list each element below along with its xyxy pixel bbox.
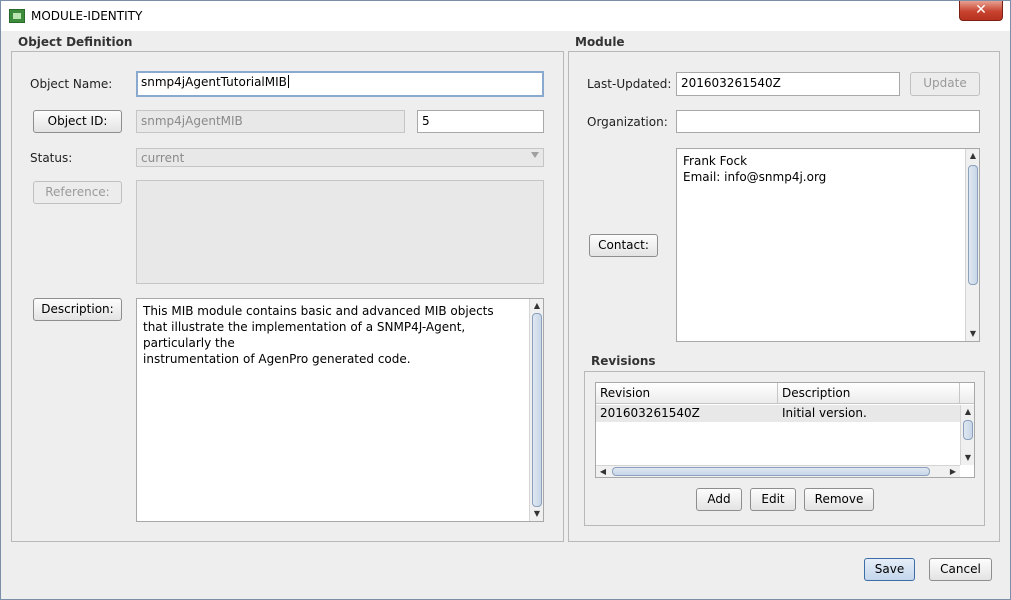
scroll-thumb[interactable] xyxy=(532,313,542,507)
chevron-down-icon xyxy=(531,152,539,158)
object-id-parent-field: snmp4jAgentMIB xyxy=(136,110,405,133)
organization-label: Organization: xyxy=(587,115,668,129)
table-vertical-scrollbar[interactable]: ▲ ▼ xyxy=(960,405,974,465)
dialog-window: MODULE-IDENTITY ✕ Object Definition Obje… xyxy=(0,0,1011,600)
description-line: instrumentation of AgenPro generated cod… xyxy=(143,352,411,366)
column-header-revision[interactable]: Revision xyxy=(596,383,778,404)
table-row[interactable]: 201603261540Z Initial version. xyxy=(596,405,960,422)
description-button[interactable]: Description: xyxy=(33,298,122,321)
contact-button[interactable]: Contact: xyxy=(589,234,658,257)
scroll-left-icon[interactable]: ◀ xyxy=(596,467,610,477)
text-caret xyxy=(287,75,289,88)
contact-textarea[interactable]: Frank Fock Email: info@snmp4j.org ▲ ▼ xyxy=(676,148,980,342)
save-button[interactable]: Save xyxy=(864,558,915,581)
scroll-up-icon[interactable]: ▲ xyxy=(961,407,974,417)
scroll-down-icon[interactable]: ▼ xyxy=(961,453,974,463)
scroll-thumb[interactable] xyxy=(968,165,978,285)
close-button[interactable]: ✕ xyxy=(959,1,1003,21)
window-title: MODULE-IDENTITY xyxy=(31,9,143,23)
description-line: This MIB module contains basic and advan… xyxy=(143,304,494,318)
add-revision-button[interactable]: Add xyxy=(696,488,742,511)
title-bar: MODULE-IDENTITY ✕ xyxy=(1,1,1010,31)
scroll-down-icon[interactable]: ▼ xyxy=(966,329,980,339)
table-horizontal-scrollbar[interactable]: ◀ ▶ xyxy=(596,465,960,477)
description-textarea[interactable]: This MIB module contains basic and advan… xyxy=(136,298,544,522)
object-name-input[interactable]: snmp4jAgentTutorialMIB xyxy=(136,71,544,97)
object-definition-title: Object Definition xyxy=(18,35,133,49)
contact-line: Email: info@snmp4j.org xyxy=(683,170,827,184)
organization-input[interactable] xyxy=(676,110,980,133)
edit-revision-button[interactable]: Edit xyxy=(750,488,796,511)
column-header-description[interactable]: Description xyxy=(778,383,960,404)
scroll-up-icon[interactable]: ▲ xyxy=(966,151,980,161)
description-line: that illustrate the implementation of a … xyxy=(143,320,466,350)
last-updated-input[interactable]: 201603261540Z xyxy=(676,72,900,96)
reference-button: Reference: xyxy=(33,181,122,204)
dialog-content: Object Definition Object Name: snmp4jAge… xyxy=(3,31,1008,597)
description-scrollbar[interactable]: ▲ ▼ xyxy=(529,299,543,521)
scroll-right-icon[interactable]: ▶ xyxy=(946,467,960,477)
table-header: Revision Description xyxy=(596,383,974,404)
revision-cell: 201603261540Z xyxy=(600,406,700,420)
description-cell: Initial version. xyxy=(782,406,867,420)
scroll-thumb[interactable] xyxy=(963,420,973,440)
app-icon xyxy=(9,9,25,23)
revisions-title: Revisions xyxy=(591,354,656,368)
contact-line: Frank Fock xyxy=(683,154,748,168)
cancel-button[interactable]: Cancel xyxy=(929,558,992,581)
status-label: Status: xyxy=(30,151,73,165)
contact-scrollbar[interactable]: ▲ ▼ xyxy=(965,149,979,341)
object-name-value: snmp4jAgentTutorialMIB xyxy=(141,75,287,89)
status-select: current xyxy=(136,148,544,167)
update-button: Update xyxy=(910,72,980,96)
revisions-table[interactable]: Revision Description 201603261540Z Initi… xyxy=(595,382,975,478)
scroll-up-icon[interactable]: ▲ xyxy=(530,301,544,311)
remove-revision-button[interactable]: Remove xyxy=(804,488,874,511)
scroll-thumb[interactable] xyxy=(612,467,930,476)
reference-textarea xyxy=(136,180,544,284)
object-id-subid-input[interactable]: 5 xyxy=(417,110,544,133)
scroll-down-icon[interactable]: ▼ xyxy=(530,509,544,519)
object-id-button[interactable]: Object ID: xyxy=(33,110,122,133)
module-title: Module xyxy=(575,35,625,49)
object-name-label: Object Name: xyxy=(30,77,113,91)
status-value: current xyxy=(141,151,185,165)
last-updated-label: Last-Updated: xyxy=(587,77,672,91)
